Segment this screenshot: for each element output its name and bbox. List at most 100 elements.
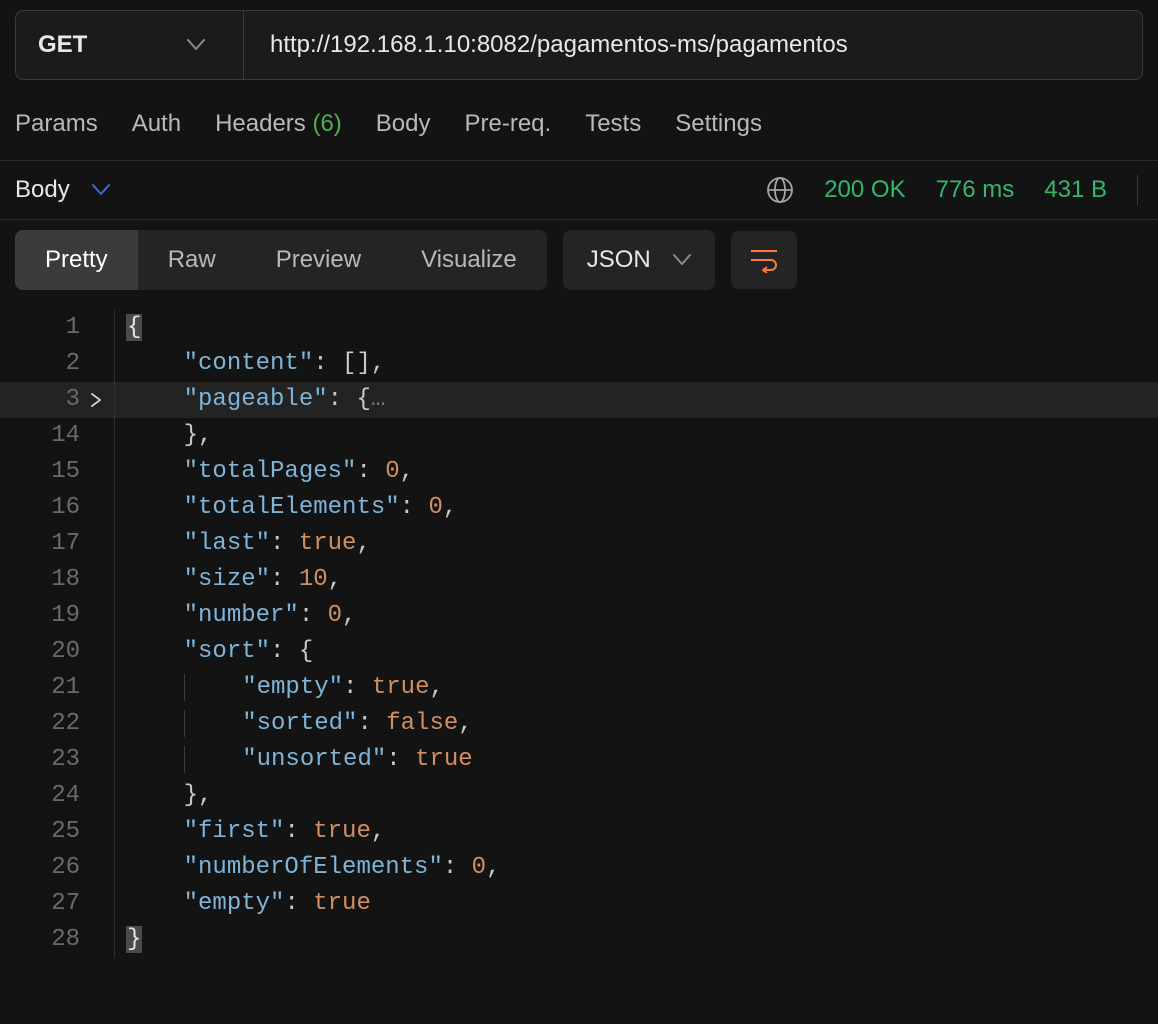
code-line: 16 "totalElements": 0, bbox=[0, 490, 1158, 526]
json-key: "pageable" bbox=[184, 386, 328, 413]
line-number: 23 bbox=[0, 742, 90, 778]
tab-body[interactable]: Body bbox=[376, 110, 431, 138]
json-value: true bbox=[313, 818, 371, 845]
response-time: 776 ms bbox=[936, 176, 1015, 204]
line-number: 26 bbox=[0, 850, 90, 886]
json-value: true bbox=[299, 530, 357, 557]
code-line: 17 "last": true, bbox=[0, 526, 1158, 562]
divider bbox=[1137, 175, 1138, 205]
json-key: "empty" bbox=[184, 890, 285, 917]
json-key: "sort" bbox=[184, 638, 270, 665]
http-method-label: GET bbox=[38, 31, 87, 59]
json-key: "sorted" bbox=[242, 710, 357, 737]
brace-open: { bbox=[126, 314, 142, 341]
json-value: 0 bbox=[428, 494, 442, 521]
request-bar: GET bbox=[15, 10, 1143, 80]
json-value: true bbox=[313, 890, 371, 917]
line-number: 2 bbox=[0, 346, 90, 382]
json-value: [] bbox=[342, 350, 371, 377]
code-line: 25 "first": true, bbox=[0, 814, 1158, 850]
json-key: "content" bbox=[184, 350, 314, 377]
view-tab-visualize[interactable]: Visualize bbox=[391, 230, 547, 290]
json-value: 0 bbox=[385, 458, 399, 485]
brace-close: } bbox=[126, 926, 142, 953]
json-key: "last" bbox=[184, 530, 270, 557]
response-language-label: JSON bbox=[587, 246, 651, 274]
view-tab-pretty[interactable]: Pretty bbox=[15, 230, 138, 290]
code-line: 19 "number": 0, bbox=[0, 598, 1158, 634]
line-number: 3 bbox=[0, 382, 90, 418]
wrap-icon bbox=[749, 247, 779, 273]
fold-ellipsis[interactable]: … bbox=[371, 386, 385, 413]
tab-params[interactable]: Params bbox=[15, 110, 98, 138]
line-number: 18 bbox=[0, 562, 90, 598]
line-number: 22 bbox=[0, 706, 90, 742]
line-number: 17 bbox=[0, 526, 90, 562]
line-number: 27 bbox=[0, 886, 90, 922]
code-line: 20 "sort": { bbox=[0, 634, 1158, 670]
line-number: 1 bbox=[0, 310, 90, 346]
chevron-down-icon bbox=[187, 39, 205, 51]
headers-count: (6) bbox=[312, 110, 341, 137]
http-method-select[interactable]: GET bbox=[16, 11, 244, 79]
json-value: false bbox=[386, 710, 458, 737]
code-line: 28 } bbox=[0, 922, 1158, 958]
json-key: "empty" bbox=[242, 674, 343, 701]
tab-headers[interactable]: Headers (6) bbox=[215, 110, 342, 138]
line-number: 28 bbox=[0, 922, 90, 958]
tab-auth[interactable]: Auth bbox=[132, 110, 181, 138]
code-line: 3 "pageable": {… bbox=[0, 382, 1158, 418]
json-value: 0 bbox=[472, 854, 486, 881]
code-line: 23 "unsorted": true bbox=[0, 742, 1158, 778]
json-key: "totalElements" bbox=[184, 494, 400, 521]
json-key: "totalPages" bbox=[184, 458, 357, 485]
code-line: 15 "totalPages": 0, bbox=[0, 454, 1158, 490]
chevron-down-icon[interactable] bbox=[92, 184, 110, 196]
json-key: "first" bbox=[184, 818, 285, 845]
response-body-editor[interactable]: 1 { 2 "content": [], 3 "pageable": {… 14… bbox=[0, 304, 1158, 958]
request-tabs: Params Auth Headers (6) Body Pre-req. Te… bbox=[0, 80, 1158, 160]
code-line: 21 "empty": true, bbox=[0, 670, 1158, 706]
line-number: 21 bbox=[0, 670, 90, 706]
line-number: 19 bbox=[0, 598, 90, 634]
line-number: 14 bbox=[0, 418, 90, 454]
view-tab-raw[interactable]: Raw bbox=[138, 230, 246, 290]
code-line: 26 "numberOfElements": 0, bbox=[0, 850, 1158, 886]
line-number: 20 bbox=[0, 634, 90, 670]
json-value: 0 bbox=[328, 602, 342, 629]
tab-headers-label: Headers bbox=[215, 110, 306, 137]
response-view-selector[interactable]: Body bbox=[15, 176, 70, 204]
json-value: true bbox=[372, 674, 430, 701]
json-key: "unsorted" bbox=[242, 746, 386, 773]
tab-settings[interactable]: Settings bbox=[675, 110, 762, 138]
view-mode-tabs: Pretty Raw Preview Visualize bbox=[15, 230, 547, 290]
code-line: 27 "empty": true bbox=[0, 886, 1158, 922]
json-key: "size" bbox=[184, 566, 270, 593]
line-number: 15 bbox=[0, 454, 90, 490]
response-status: 200 OK bbox=[824, 176, 905, 204]
code-line: 24 }, bbox=[0, 778, 1158, 814]
response-size: 431 B bbox=[1044, 176, 1107, 204]
tab-tests[interactable]: Tests bbox=[585, 110, 641, 138]
code-line: 1 { bbox=[0, 310, 1158, 346]
json-key: "numberOfElements" bbox=[184, 854, 443, 881]
response-tools-row: Pretty Raw Preview Visualize JSON bbox=[0, 220, 1158, 304]
response-bar: Body 200 OK 776 ms 431 B bbox=[0, 161, 1158, 219]
request-url-input[interactable] bbox=[244, 11, 1142, 79]
code-line: 2 "content": [], bbox=[0, 346, 1158, 382]
wrap-lines-button[interactable] bbox=[731, 231, 797, 289]
view-tab-preview[interactable]: Preview bbox=[246, 230, 391, 290]
code-line: 14 }, bbox=[0, 418, 1158, 454]
json-value: 10 bbox=[299, 566, 328, 593]
code-line: 22 "sorted": false, bbox=[0, 706, 1158, 742]
line-number: 24 bbox=[0, 778, 90, 814]
tab-prereq[interactable]: Pre-req. bbox=[465, 110, 552, 138]
line-number: 25 bbox=[0, 814, 90, 850]
globe-icon[interactable] bbox=[766, 176, 794, 204]
chevron-down-icon bbox=[673, 254, 691, 266]
fold-toggle[interactable] bbox=[90, 392, 114, 408]
response-language-select[interactable]: JSON bbox=[563, 230, 715, 290]
json-value: true bbox=[415, 746, 473, 773]
line-number: 16 bbox=[0, 490, 90, 526]
json-key: "number" bbox=[184, 602, 299, 629]
